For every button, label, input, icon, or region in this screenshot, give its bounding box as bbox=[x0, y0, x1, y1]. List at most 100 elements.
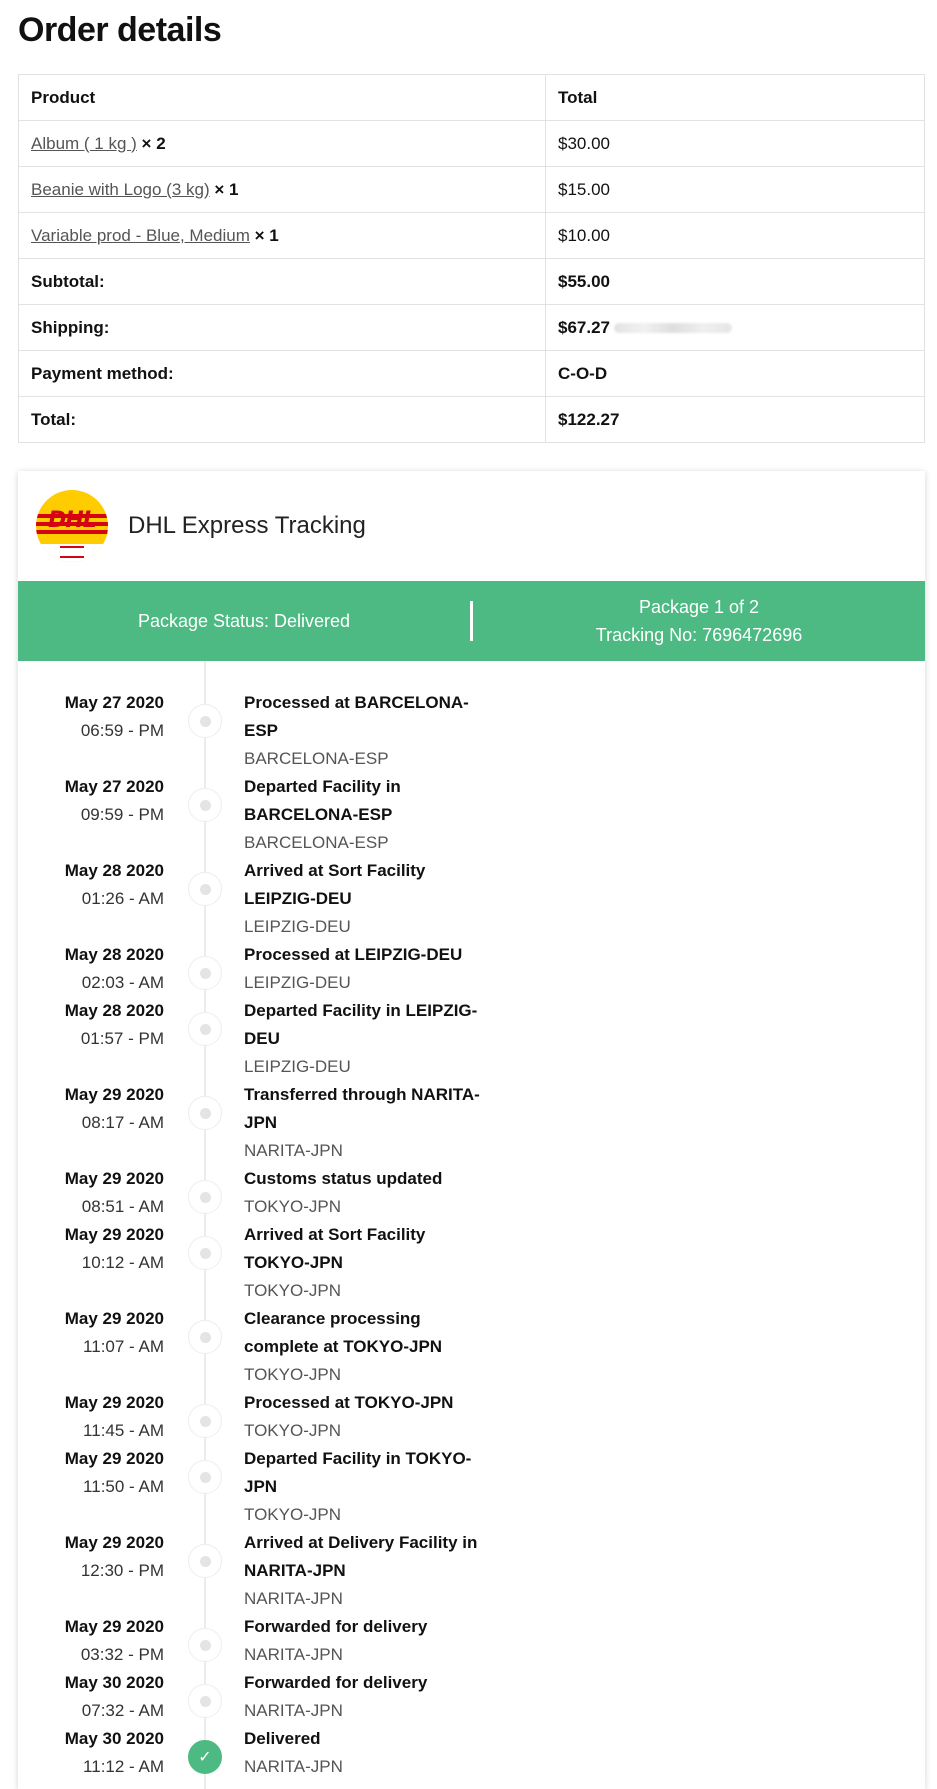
line-total: $15.00 bbox=[545, 166, 925, 213]
total-label: Total: bbox=[18, 396, 546, 443]
total-value: $122.27 bbox=[545, 396, 925, 443]
event-description: Delivered bbox=[244, 1729, 321, 1748]
event-datetime: May 29 2020 03:32 - PM bbox=[18, 1613, 164, 1669]
event-details: Arrived at Sort Facility TOKYO-JPN TOKYO-… bbox=[244, 1221, 494, 1305]
product-quantity: × 1 bbox=[214, 179, 239, 199]
event-location: NARITA-JPN bbox=[244, 1757, 343, 1776]
event-details: Processed at BARCELONA-ESP BARCELONA-ESP bbox=[244, 689, 494, 773]
timeline-event: May 29 2020 11:50 - AM ✓ Departed Facility … bbox=[18, 1445, 925, 1529]
event-description: Departed Facility in BARCELONA-ESP bbox=[244, 777, 401, 824]
product-quantity: × 2 bbox=[141, 133, 166, 153]
product-cell: Album ( 1 kg ) × 2 bbox=[18, 120, 546, 167]
event-description: Forwarded for delivery bbox=[244, 1673, 428, 1692]
event-description: Arrived at Sort Facility LEIPZIG-DEU bbox=[244, 861, 426, 908]
package-count: Package 1 of 2 bbox=[638, 597, 760, 617]
product-cell: Beanie with Logo (3 kg) × 1 bbox=[18, 166, 546, 213]
event-description: Transferred through NARITA-JPN bbox=[244, 1085, 480, 1132]
tracking-header: DHL DHL Express Tracking bbox=[18, 471, 925, 581]
dot-inner bbox=[199, 1023, 211, 1035]
dot-icon: ✓ bbox=[188, 704, 222, 738]
event-details: Customs status updated TOKYO-JPN bbox=[244, 1165, 494, 1221]
dot-icon: ✓ bbox=[188, 1320, 222, 1354]
timeline-event: May 28 2020 01:57 - PM ✓ Departed Facility … bbox=[18, 997, 925, 1081]
event-time: 03:32 - PM bbox=[80, 1645, 164, 1664]
event-description: Arrived at Sort Facility TOKYO-JPN bbox=[244, 1225, 426, 1272]
event-date: May 29 2020 bbox=[64, 1533, 164, 1552]
dot-inner bbox=[199, 715, 211, 727]
event-details: Arrived at Delivery Facility in NARITA-J… bbox=[244, 1529, 494, 1613]
dot-inner bbox=[199, 1639, 211, 1651]
event-time: 11:45 - AM bbox=[83, 1421, 164, 1440]
line-total: $10.00 bbox=[545, 212, 925, 259]
product-cell: Variable prod - Blue, Medium × 1 bbox=[18, 212, 546, 259]
dot-icon: ✓ bbox=[188, 872, 222, 906]
logo-footer bbox=[36, 544, 108, 562]
event-datetime: May 30 2020 07:32 - AM bbox=[18, 1669, 164, 1725]
event-description: Processed at LEIPZIG-DEU bbox=[244, 945, 463, 964]
logo-text: DHL bbox=[48, 508, 97, 533]
product-link[interactable]: Beanie with Logo (3 kg) bbox=[31, 180, 210, 199]
event-time: 11:50 - AM bbox=[83, 1477, 164, 1496]
event-location: NARITA-JPN bbox=[244, 1589, 343, 1608]
product-link[interactable]: Variable prod - Blue, Medium bbox=[31, 226, 250, 245]
event-location: TOKYO-JPN bbox=[244, 1197, 341, 1216]
event-details: Processed at LEIPZIG-DEU LEIPZIG-DEU bbox=[244, 941, 494, 997]
product-link[interactable]: Album ( 1 kg ) bbox=[31, 134, 137, 153]
event-details: Delivered NARITA-JPN bbox=[244, 1725, 494, 1781]
table-row: Beanie with Logo (3 kg) × 1 $15.00 bbox=[18, 166, 925, 213]
event-date: May 28 2020 bbox=[64, 861, 164, 880]
check-icon: ✓ bbox=[188, 1740, 222, 1774]
shipping-label: Shipping: bbox=[18, 304, 546, 351]
blurred-shipping-method bbox=[614, 323, 732, 334]
dot-icon: ✓ bbox=[188, 1684, 222, 1718]
line-total: $30.00 bbox=[545, 120, 925, 167]
event-datetime: May 29 2020 12:30 - PM bbox=[18, 1529, 164, 1613]
event-description: Arrived at Delivery Facility in NARITA-J… bbox=[244, 1533, 478, 1580]
event-location: BARCELONA-ESP bbox=[244, 833, 389, 852]
package-status: Package Status: Delivered bbox=[137, 610, 351, 631]
dot-inner bbox=[199, 1695, 211, 1707]
event-description: Clearance processing complete at TOKYO-J… bbox=[244, 1309, 443, 1356]
event-datetime: May 27 2020 09:59 - PM bbox=[18, 773, 164, 857]
timeline-event: May 29 2020 03:32 - PM ✓ Forwarded for deli… bbox=[18, 1613, 925, 1669]
tracking-number: Tracking No: 7696472696 bbox=[595, 625, 803, 645]
event-details: Departed Facility in BARCELONA-ESP BARCEL… bbox=[244, 773, 494, 857]
dot-inner bbox=[199, 967, 211, 979]
event-date: May 30 2020 bbox=[64, 1673, 164, 1692]
event-time: 02:03 - AM bbox=[81, 973, 164, 992]
event-date: May 29 2020 bbox=[64, 1085, 164, 1104]
event-datetime: May 29 2020 10:12 - AM bbox=[18, 1221, 164, 1305]
total-row: Total: $122.27 bbox=[18, 396, 925, 443]
logo-mini-mark bbox=[60, 546, 84, 558]
dot-inner bbox=[199, 799, 211, 811]
event-time: 06:59 - PM bbox=[80, 721, 164, 740]
timeline-event: May 29 2020 10:12 - AM ✓ Arrived at Sort Fa… bbox=[18, 1221, 925, 1305]
event-datetime: May 28 2020 02:03 - AM bbox=[18, 941, 164, 997]
event-location: NARITA-JPN bbox=[244, 1645, 343, 1664]
timeline-event: May 30 2020 11:12 - AM ✓ Delivered NARITA-JP… bbox=[18, 1725, 925, 1781]
timeline-event: May 30 2020 07:32 - AM ✓ Forwarded for deli… bbox=[18, 1669, 925, 1725]
checkmark-glyph: ✓ bbox=[198, 1749, 212, 1766]
timeline-event: May 28 2020 02:03 - AM ✓ Processed at LEIPZ… bbox=[18, 941, 925, 997]
page-title: Order details bbox=[18, 11, 222, 49]
event-date: May 29 2020 bbox=[64, 1225, 164, 1244]
dhl-logo: DHL bbox=[36, 490, 108, 562]
event-time: 11:12 - AM bbox=[83, 1757, 164, 1776]
timeline-event: May 29 2020 11:07 - AM ✓ Clearance processi… bbox=[18, 1305, 925, 1389]
subtotal-label: Subtotal: bbox=[18, 258, 546, 305]
event-description: Forwarded for delivery bbox=[244, 1617, 428, 1636]
event-details: Processed at TOKYO-JPN TOKYO-JPN bbox=[244, 1389, 494, 1445]
event-location: NARITA-JPN bbox=[244, 1141, 343, 1160]
event-date: May 29 2020 bbox=[64, 1617, 164, 1636]
event-date: May 29 2020 bbox=[64, 1449, 164, 1468]
dot-inner bbox=[199, 1555, 211, 1567]
event-details: Arrived at Sort Facility LEIPZIG-DEU LEIP… bbox=[244, 857, 494, 941]
event-description: Processed at TOKYO-JPN bbox=[244, 1393, 454, 1412]
timeline-event: May 29 2020 12:30 - PM ✓ Arrived at Deliver… bbox=[18, 1529, 925, 1613]
event-time: 12:30 - PM bbox=[80, 1561, 164, 1580]
dot-icon: ✓ bbox=[188, 1236, 222, 1270]
event-details: Clearance processing complete at TOKYO-J… bbox=[244, 1305, 494, 1389]
dot-inner bbox=[199, 1331, 211, 1343]
event-date: May 27 2020 bbox=[64, 777, 164, 796]
dot-inner bbox=[199, 1415, 211, 1427]
